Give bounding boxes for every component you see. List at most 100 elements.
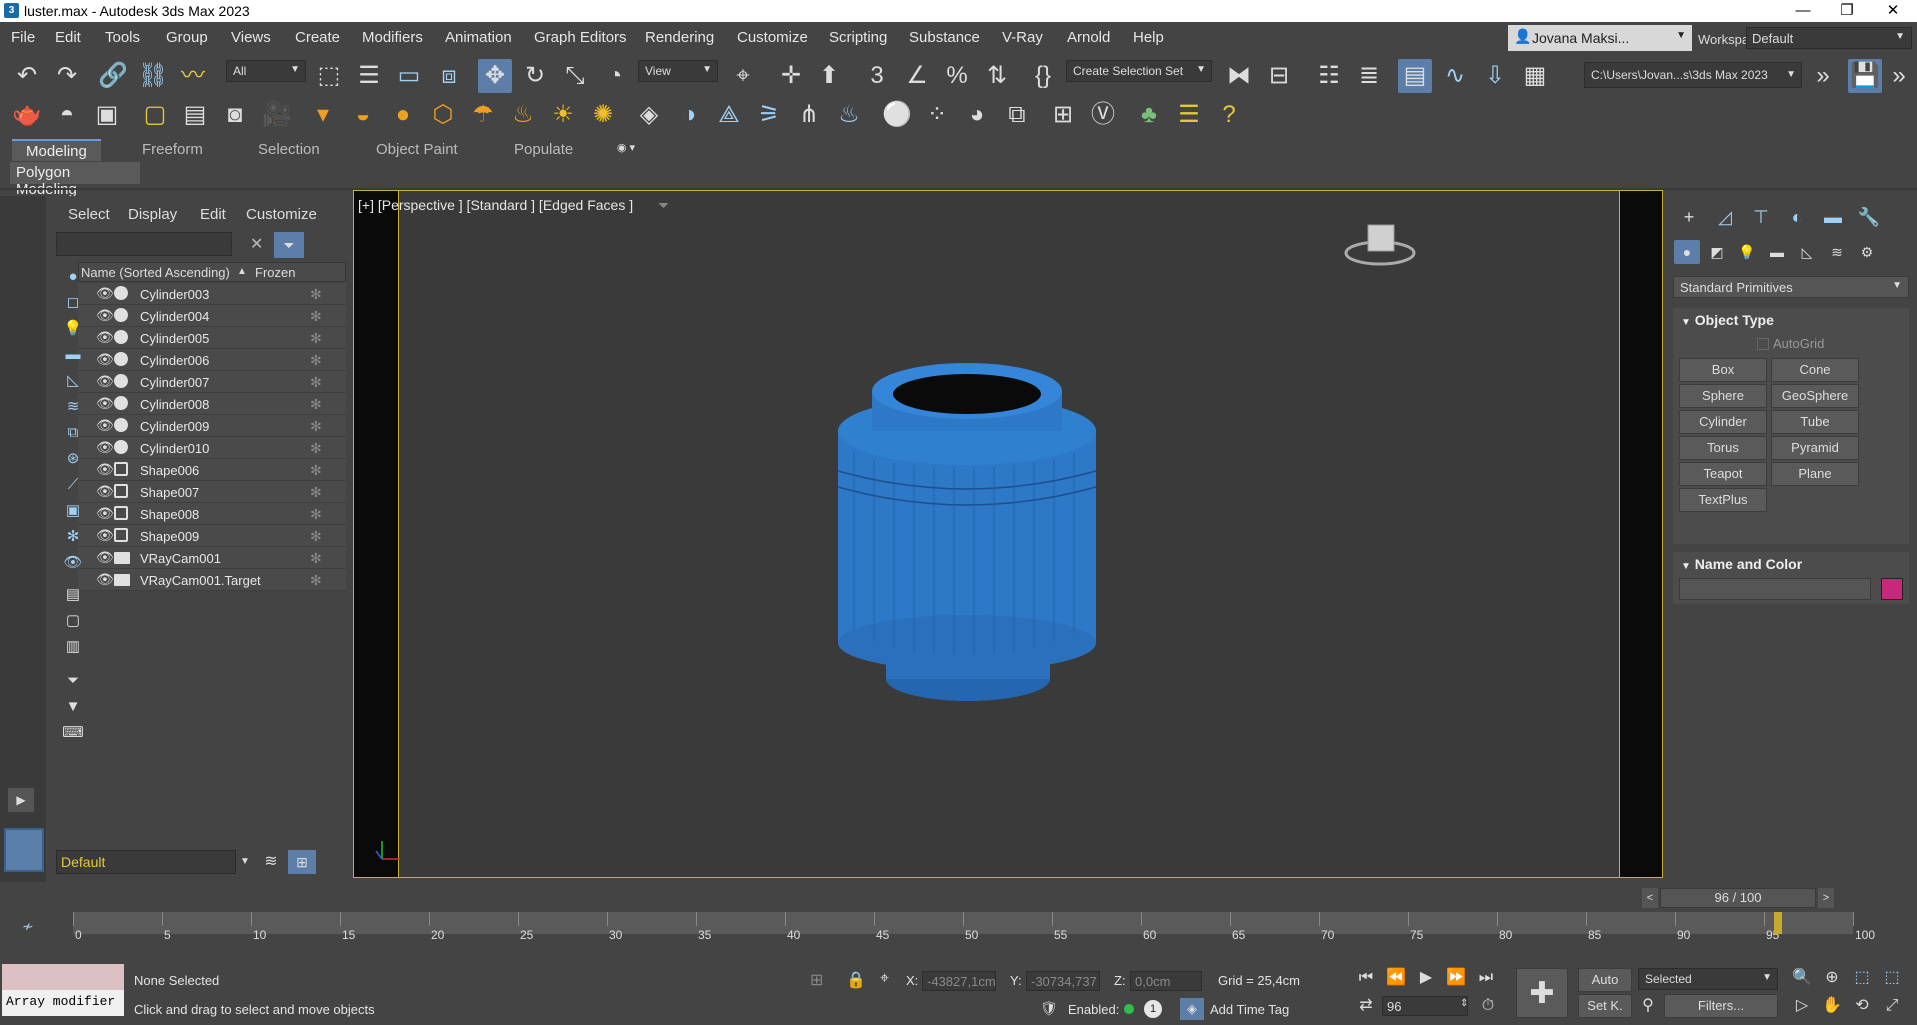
mirror-icon[interactable]: ⧓ — [1222, 59, 1256, 93]
freeze-toggle-icon[interactable]: ✻ — [310, 550, 322, 567]
bind-spacewarp-icon[interactable]: 〰 — [176, 59, 210, 93]
set-key-button[interactable]: Set K. — [1578, 994, 1632, 1018]
vray-sphere-light-icon[interactable]: ● — [386, 98, 420, 132]
freeze-toggle-icon[interactable]: ✻ — [310, 528, 322, 545]
visibility-eye-icon[interactable]: 👁 — [96, 373, 114, 390]
x-coordinate-field[interactable]: -43827,1cm — [922, 971, 996, 991]
display-bones-icon[interactable]: ⟋ — [62, 474, 84, 496]
info-badge-icon[interactable]: 1 — [1144, 1000, 1162, 1018]
zoom-icon[interactable]: 🔍 — [1790, 966, 1814, 990]
select-and-rotate-icon[interactable]: ↻ — [518, 59, 552, 93]
go-to-end-icon[interactable]: ⏭ — [1474, 966, 1498, 990]
select-and-scale-icon[interactable]: ⤡ — [558, 59, 592, 93]
spacewarps-category-icon[interactable]: ≋ — [1824, 240, 1850, 264]
menu-customize[interactable]: Customize — [737, 29, 808, 46]
autogrid-checkbox[interactable] — [1757, 338, 1769, 350]
vray-material-icon[interactable]: ◙ — [218, 98, 252, 132]
zoom-extents-all-icon[interactable]: ⬚ — [1880, 966, 1904, 990]
menu-graph-editors[interactable]: Graph Editors — [534, 29, 627, 46]
display-helpers-icon[interactable]: ◺ — [62, 370, 84, 392]
toggle-ribbon-icon[interactable]: ▤ — [1398, 59, 1432, 93]
spinner-snap-icon[interactable]: ⇅ — [980, 59, 1014, 93]
scene-explorer-mode-icon[interactable]: ⊞ — [288, 850, 316, 874]
undo-icon[interactable]: ↶ — [10, 59, 44, 93]
set-key-icon[interactable]: ✚ — [1516, 968, 1568, 1018]
current-layer-field[interactable]: Default — [56, 850, 236, 874]
freeze-toggle-icon[interactable]: ✻ — [310, 440, 322, 457]
display-invert-icon[interactable]: ▥ — [62, 636, 84, 658]
visibility-eye-icon[interactable]: 👁 — [96, 527, 114, 544]
object-type-header[interactable]: ▼ Object Type — [1673, 308, 1909, 332]
helpers-category-icon[interactable]: ◺ — [1794, 240, 1820, 264]
selection-set-dropdown[interactable]: Create Selection Set ▼ — [1066, 60, 1212, 82]
vray-mesh-light-icon[interactable]: ⬡ — [426, 98, 460, 132]
primitive-button-sphere[interactable]: Sphere — [1679, 384, 1767, 408]
arnold-tools-icon[interactable]: ⊞ — [1046, 98, 1080, 132]
next-frame-icon[interactable]: > — [1818, 888, 1834, 908]
tab-populate[interactable]: Populate — [500, 139, 587, 161]
visibility-eye-icon[interactable]: 👁 — [96, 329, 114, 346]
motion-tab-icon[interactable]: ◐ — [1782, 204, 1812, 230]
visibility-eye-icon[interactable]: 👁 — [96, 439, 114, 456]
selection-filter-dropdown[interactable]: All ▼ — [226, 60, 306, 82]
select-and-move-icon[interactable]: ✥ — [478, 59, 512, 93]
adaptive-degradation-icon[interactable]: 🛡 — [1040, 1000, 1058, 1017]
render-setup-icon[interactable]: ◓ — [50, 98, 84, 132]
vray-dome-light-icon[interactable]: ◒ — [346, 98, 380, 132]
vray-sphere-icon[interactable]: ◑ — [672, 98, 706, 132]
y-coordinate-field[interactable]: -30734,737 — [1026, 971, 1100, 991]
render-frame-icon[interactable]: ▣ — [90, 98, 124, 132]
user-account-dropdown[interactable]: 👤 Jovana Maksi... ▼ — [1508, 25, 1692, 51]
rectangular-selection-icon[interactable]: ▭ — [392, 59, 426, 93]
visibility-eye-icon[interactable]: 👁 — [96, 461, 114, 478]
menu-edit[interactable]: Edit — [55, 29, 81, 46]
display-groups-icon[interactable]: ⧉ — [62, 422, 84, 444]
tab-selection[interactable]: Selection — [244, 139, 334, 161]
menu-tools[interactable]: Tools — [105, 29, 140, 46]
primitive-button-cylinder[interactable]: Cylinder — [1679, 410, 1767, 434]
create-tab-icon[interactable]: + — [1674, 204, 1704, 230]
redo-icon[interactable]: ↷ — [50, 59, 84, 93]
selection-lock-icon[interactable]: 🔒 — [846, 970, 866, 990]
list-item[interactable]: 👁 VRayCam001.Target ✻ — [78, 569, 346, 591]
visibility-eye-icon[interactable]: 👁 — [96, 571, 114, 588]
freeze-toggle-icon[interactable]: ✻ — [310, 484, 322, 501]
filter-icon[interactable]: ⏷ — [274, 232, 304, 258]
list-item[interactable]: 👁 Cylinder004 ✻ — [78, 305, 346, 327]
display-spacewarps-icon[interactable]: ≋ — [62, 396, 84, 418]
arnold-render-icon[interactable]: ◕ — [960, 98, 994, 132]
menu-rendering[interactable]: Rendering — [645, 29, 714, 46]
view-cube-icon[interactable] — [1344, 224, 1416, 266]
primitive-button-plane[interactable]: Plane — [1771, 462, 1859, 486]
object-name-input[interactable] — [1679, 578, 1871, 600]
freeze-toggle-icon[interactable]: ✻ — [310, 462, 322, 479]
list-item[interactable]: 👁 Cylinder007 ✻ — [78, 371, 346, 393]
zoom-extents-icon[interactable]: ⬚ — [1850, 966, 1874, 990]
curve-editor-icon[interactable]: ∿ — [1438, 59, 1472, 93]
display-all-icon[interactable]: ▤ — [62, 584, 84, 606]
snaps-toggle-icon[interactable]: 3 — [860, 59, 894, 93]
display-hidden-icon[interactable]: 👁 — [62, 552, 84, 574]
display-none-icon[interactable]: ▢ — [62, 610, 84, 632]
material-editor-icon[interactable]: ▦ — [1518, 59, 1552, 93]
visibility-eye-icon[interactable]: 👁 — [96, 483, 114, 500]
link-icon[interactable]: 🔗 — [96, 59, 130, 93]
arnold-sphere-icon[interactable]: ⚪ — [880, 98, 914, 132]
select-by-name-icon[interactable]: ☰ — [352, 59, 386, 93]
list-item[interactable]: 👁 Shape009 ✻ — [78, 525, 346, 547]
maxscript-output[interactable]: Array modifier — [2, 990, 124, 1016]
current-time-marker[interactable] — [1773, 912, 1782, 934]
display-containers-icon[interactable]: ▣ — [62, 500, 84, 522]
clear-search-icon[interactable]: ✕ — [250, 234, 263, 254]
perspective-viewport[interactable]: [+] [Perspective ] [Standard ] [Edged Fa… — [353, 190, 1663, 878]
previous-frame-icon[interactable]: < — [1642, 888, 1658, 908]
workspace-select[interactable]: Default ▼ — [1746, 27, 1912, 49]
display-shapes-icon[interactable]: ◻ — [62, 292, 84, 314]
vray-light-plane-icon[interactable]: ▾ — [306, 98, 340, 132]
list-item[interactable]: 👁 Shape006 ✻ — [78, 459, 346, 481]
list-item[interactable]: 👁 Shape008 ✻ — [78, 503, 346, 525]
menu-group[interactable]: Group — [166, 29, 208, 46]
orbit-icon[interactable]: ⟲ — [1850, 994, 1874, 1018]
pan-icon[interactable]: ✋ — [1820, 994, 1844, 1018]
railclone-icon[interactable]: ☰ — [1172, 98, 1206, 132]
